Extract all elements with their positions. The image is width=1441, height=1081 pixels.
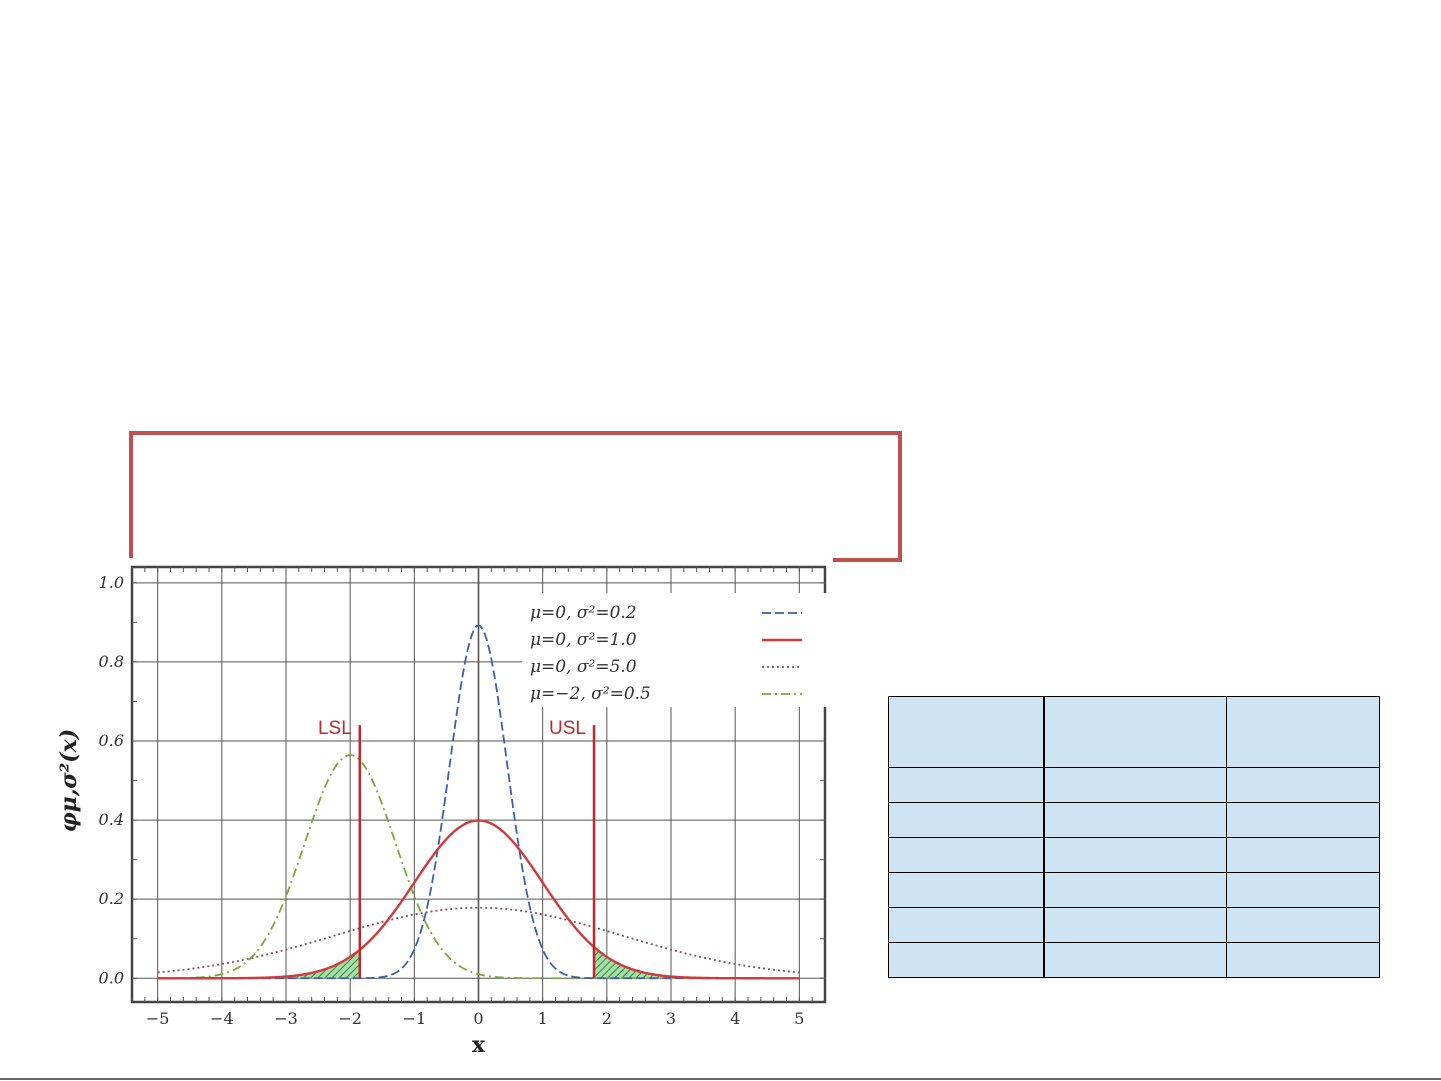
x-tick-label: −2 xyxy=(338,1009,362,1028)
x-tick-label: 2 xyxy=(602,1009,612,1028)
legend-entry-label: μ=0, σ²=5.0 xyxy=(530,657,637,677)
x-tick-label: 0 xyxy=(473,1009,483,1028)
y-tick-label: 0.6 xyxy=(99,731,124,750)
table-cell xyxy=(1043,872,1227,908)
y-tick-label: 0.8 xyxy=(99,652,124,671)
spec-limit-label: LSL xyxy=(318,718,352,739)
legend-entry-label: μ=0, σ²=0.2 xyxy=(530,603,637,623)
table-row xyxy=(888,802,1380,838)
data-table xyxy=(888,696,1380,978)
table-cell xyxy=(1043,767,1227,803)
table-row xyxy=(888,767,1380,803)
y-tick-label: 0.0 xyxy=(99,968,124,987)
table-cell xyxy=(1043,696,1227,768)
spec-limit-label: USL xyxy=(549,718,586,739)
table-cell xyxy=(1226,767,1380,803)
chart-svg: −5 −4 −3 −2 −1 0 1 2 3 4 5 0.0 0.2 0.4 0.6 0.8 1.0 x φμ,σ²… xyxy=(56,565,827,1058)
x-tick-label: −5 xyxy=(146,1009,170,1028)
table-cell xyxy=(1226,872,1380,908)
y-tick-label: 1.0 xyxy=(99,573,124,592)
table-cell xyxy=(888,942,1045,978)
table-row xyxy=(888,837,1380,873)
x-tick-label: −3 xyxy=(274,1009,298,1028)
table-cell xyxy=(888,907,1045,943)
table-row xyxy=(888,942,1380,978)
table-cell xyxy=(1226,942,1380,978)
table-cell xyxy=(888,872,1045,908)
x-tick-label: 3 xyxy=(666,1009,676,1028)
table-cell xyxy=(1226,696,1380,768)
y-tick-label: 0.2 xyxy=(99,889,124,908)
table-cell xyxy=(1043,907,1227,943)
y-axis-title: φμ,σ²(x) xyxy=(56,729,82,832)
table-row xyxy=(888,872,1380,908)
table-cell xyxy=(888,837,1045,873)
table-cell xyxy=(1226,907,1380,943)
table-header-row xyxy=(888,696,1380,768)
x-tick-label: 4 xyxy=(730,1009,740,1028)
table-cell xyxy=(1043,942,1227,978)
normal-distribution-chart: −5 −4 −3 −2 −1 0 1 2 3 4 5 0.0 0.2 0.4 0.6 0.8 1.0 x φμ,σ²… xyxy=(40,555,840,1065)
x-tick-label: 5 xyxy=(794,1009,804,1028)
bottom-divider xyxy=(0,1078,1441,1080)
table-cell xyxy=(1043,802,1227,838)
x-tick-label: −4 xyxy=(210,1009,234,1028)
legend-entry-label: μ=0, σ²=1.0 xyxy=(530,630,637,650)
table-row xyxy=(888,907,1380,943)
table-cell xyxy=(888,802,1045,838)
table-cell xyxy=(1043,837,1227,873)
table-cell xyxy=(1226,802,1380,838)
table-cell xyxy=(888,696,1045,768)
table-cell xyxy=(1226,837,1380,873)
legend-entry-label: μ=−2, σ²=0.5 xyxy=(530,684,651,704)
table-cell xyxy=(888,767,1045,803)
x-tick-label: 1 xyxy=(538,1009,548,1028)
y-tick-label: 0.4 xyxy=(99,810,124,829)
x-tick-label: −1 xyxy=(403,1009,427,1028)
x-axis-title: x xyxy=(472,1032,486,1058)
